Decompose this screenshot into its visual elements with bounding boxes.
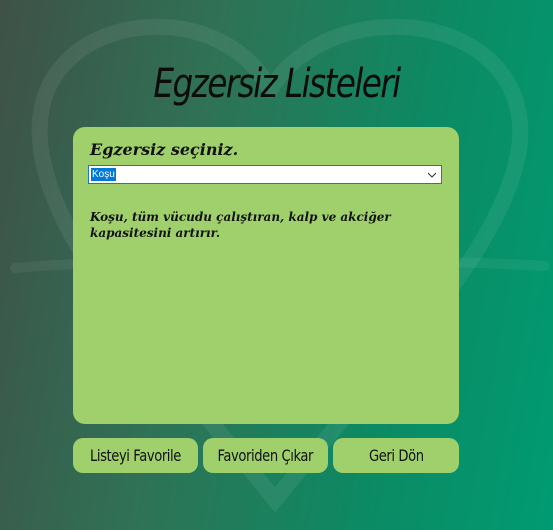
dropdown-selected-value: Koşu bbox=[91, 168, 116, 181]
favorite-list-label: Listeyi Favorile bbox=[90, 446, 181, 465]
chevron-down-icon[interactable] bbox=[427, 170, 437, 180]
back-label: Geri Dön bbox=[368, 446, 424, 465]
exercise-panel: Egzersiz seçiniz. Koşu Koşu, tüm vücudu … bbox=[73, 127, 459, 424]
exercise-dropdown[interactable]: Koşu bbox=[88, 165, 442, 184]
remove-favorite-button[interactable]: Favoriden Çıkar bbox=[203, 438, 328, 473]
remove-favorite-label: Favoriden Çıkar bbox=[217, 446, 314, 465]
back-button[interactable]: Geri Dön bbox=[333, 438, 459, 473]
exercise-description: Koşu, tüm vücudu çalıştıran, kalp ve akc… bbox=[90, 210, 391, 240]
prompt-label: Egzersiz seçiniz. bbox=[90, 140, 239, 159]
favorite-list-button[interactable]: Listeyi Favorile bbox=[73, 438, 198, 473]
page-title: Egzersiz Listeleri bbox=[153, 61, 401, 107]
